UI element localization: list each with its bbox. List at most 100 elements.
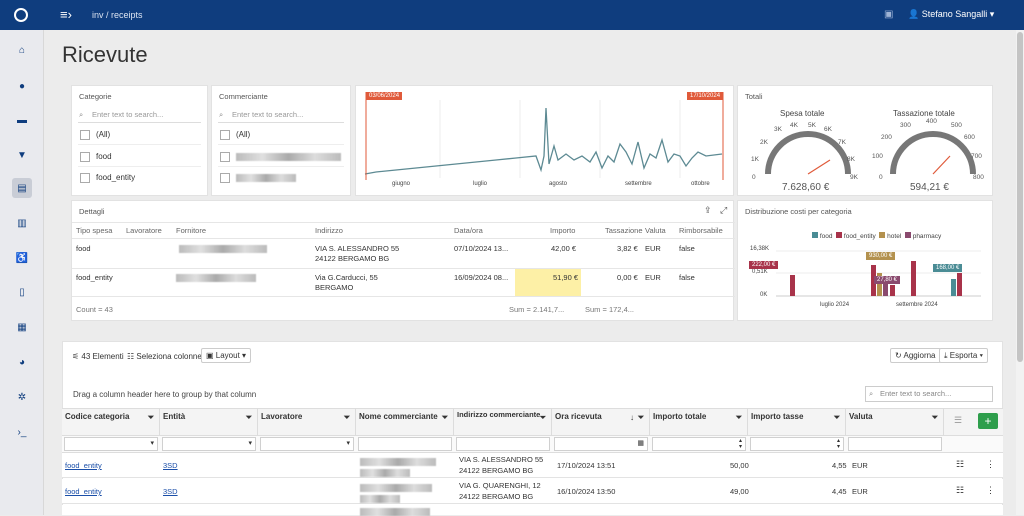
col-rimborsabile[interactable]: Rimborsabile [679,226,723,235]
filter-lavoratore[interactable]: ▾ [260,437,354,451]
col-lavoratore[interactable]: Lavoratore [126,226,162,235]
sum-importo: Sum = 2.141,7... [509,305,565,314]
col-importo-totale[interactable]: Importo totale ⏷ [650,408,748,436]
fullscreen-icon[interactable]: ⤢ [720,205,727,216]
checkbox[interactable] [220,130,230,140]
cell-codice-link[interactable]: food_entity [65,486,102,497]
cell-indirizzo: VIA S. ALESSANDRO 55 [459,455,544,464]
commerciante-item[interactable] [218,168,344,188]
categorie-item-all[interactable]: (All) [78,125,201,145]
col-entita[interactable]: Entità ⏷ [160,408,258,436]
cell-codice-link[interactable]: food_entity [65,460,102,471]
count-summary: Count = 43 [76,305,113,314]
col-indirizzo-commerciante[interactable]: Indirizzo commerciante ⏷ [454,408,552,436]
document-icon[interactable]: ▯ [12,282,32,302]
card-icon[interactable]: ▬ [12,110,32,130]
checkbox[interactable] [80,173,90,183]
filter-ora[interactable]: ▦ [554,437,648,451]
cell-fornitore [179,244,267,254]
details-icon[interactable]: ☷ [956,485,964,496]
details-icon[interactable]: ☷ [956,459,964,470]
filter-valuta[interactable] [848,437,942,451]
accessibility-icon[interactable]: ♿ [12,248,32,268]
cell-entita-link[interactable]: 3SD [163,460,178,471]
table-row[interactable] [62,505,1003,516]
col-codice-categoria[interactable]: Codice categoria ⏷ [62,408,160,436]
export-icon[interactable]: ⇪ [704,205,712,216]
col-nome-commerciante[interactable]: Nome commerciante ⏷ [356,408,454,436]
gauge-tick: 400 [926,118,937,125]
scrollbar[interactable] [1016,30,1024,515]
col-valuta[interactable]: Valuta ⏷ [846,408,944,436]
categorie-item-food[interactable]: food [78,147,201,167]
gauge-tick: 700 [971,153,982,160]
commerciante-search-input[interactable]: ⌕ Enter text to search... [218,107,344,123]
car-icon[interactable]: ▣ [884,9,893,20]
checkbox[interactable] [80,130,90,140]
col-importo[interactable]: Importo [550,226,575,235]
blurred-text [236,173,296,182]
range-end-label[interactable]: 17/10/2024 [687,92,724,100]
range-chart[interactable] [356,86,735,197]
checkbox[interactable] [220,173,230,183]
categorie-item-food-entity[interactable]: food_entity [78,168,201,188]
breadcrumb[interactable]: inv / receipts [92,10,143,20]
filter-importo-totale[interactable]: ▴ ▾ [652,437,746,451]
filter-icon: ⏷ [735,413,742,422]
select-columns-button[interactable]: ☷ Seleziona colonne [127,352,202,361]
cell-entita-link[interactable]: 3SD [163,486,178,497]
menu-icon[interactable]: ≡› [60,8,72,21]
filter-entita[interactable]: ▾ [162,437,256,451]
table-icon[interactable]: ▦ [12,317,32,337]
filter-nome[interactable] [358,437,452,451]
col-lavoratore[interactable]: Lavoratore ⏷ [258,408,356,436]
col-tassazione[interactable]: Tassazione [605,226,643,235]
gauge-tick: 100 [872,153,883,160]
app-logo-icon[interactable] [14,8,28,22]
categorie-search-input[interactable]: ⌕ Enter text to search... [78,107,201,123]
scrollbar-thumb[interactable] [1017,32,1023,362]
refresh-button[interactable]: ↻ Aggiorna [890,348,941,363]
distribuzione-panel: Distribuzione costi per categoria food f… [737,200,993,321]
col-importo-tasse[interactable]: Importo tasse ⏷ [748,408,846,436]
grid-search-input[interactable]: ⌕ Enter text to search... [865,386,993,402]
column-chooser-icon[interactable]: ☰ [954,415,962,426]
col-fornitore[interactable]: Fornitore [176,226,206,235]
checkbox[interactable] [220,152,230,162]
export-button[interactable]: ⤓ Esporta ▾ [939,348,988,363]
col-tipo[interactable]: Tipo spesa [76,226,112,235]
pie-icon[interactable]: ◕ [12,352,32,372]
checkbox[interactable] [80,152,90,162]
filter-indirizzo[interactable] [456,437,550,451]
col-ora-ricevuta[interactable]: Ora ricevuta ↓ ⏷ [552,408,650,436]
add-button[interactable]: + [978,413,998,429]
layout-dropdown[interactable]: ▣ Layout ▾ [201,348,252,363]
range-start-label[interactable]: 03/06/2024 [366,92,403,100]
gauge-tick: 5K [808,122,816,129]
shirt-icon[interactable]: ▼ [12,145,32,165]
more-options-icon[interactable]: ⋮ [986,459,995,470]
user-menu[interactable]: 👤 Stefano Sangalli ▾ [908,9,994,20]
settings-icon[interactable]: ✲ [12,387,32,407]
filter-codice[interactable]: ▾ [64,437,158,451]
month-label: luglio [473,181,488,187]
col-indirizzo[interactable]: Indirizzo [315,226,343,235]
categorie-title: Categorie [79,92,112,101]
commerciante-item-all[interactable]: (All) [218,125,344,145]
gauge-needle [807,159,831,175]
col-data[interactable]: Data/ora [454,226,483,235]
cell-indirizzo: VIA S. ALESSANDRO 55 [315,244,400,253]
terminal-icon[interactable]: ›_ [12,422,32,442]
cell-valuta: EUR [852,461,868,470]
commerciante-item[interactable] [218,147,344,167]
gauge-tick: 0 [879,174,883,181]
user-icon[interactable]: ● [12,76,32,96]
x-tick: settembre 2024 [896,302,938,308]
bag-icon[interactable]: ▥ [12,213,32,233]
data-label: 222,00 € [749,261,779,269]
more-options-icon[interactable]: ⋮ [986,485,995,496]
home-icon[interactable]: ⌂ [12,40,32,60]
receipt-icon[interactable]: ▤ [12,178,32,198]
col-valuta[interactable]: Valuta [645,226,666,235]
filter-importo-tasse[interactable]: ▴ ▾ [750,437,844,451]
